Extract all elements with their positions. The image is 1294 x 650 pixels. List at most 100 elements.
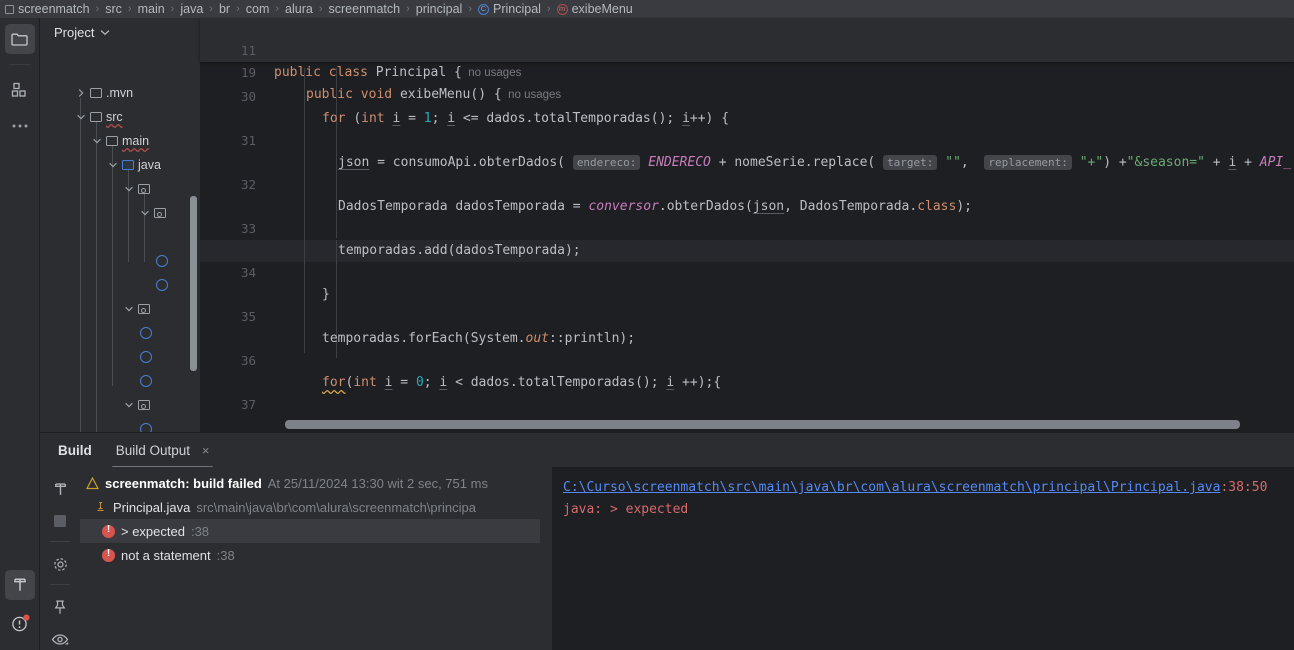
console-file-link[interactable]: C:\Curso\screenmatch\src\main\java\br\co… (563, 480, 1220, 495)
chevron-right-icon[interactable] (76, 88, 86, 98)
activity-rail (0, 18, 40, 650)
sticky-lines: 11 public class Principal { no usages 19… (200, 18, 1294, 102)
rail-divider (8, 64, 31, 65)
sidebar-item-structure[interactable] (5, 75, 35, 105)
rail-bottom-group (0, 564, 40, 650)
editor-hscrollbar-thumb[interactable] (285, 420, 1240, 429)
console-line-position: :38:50 (1220, 480, 1268, 495)
breadcrumb-separator: › (209, 3, 213, 15)
code-line[interactable]: 32 DadosTemporada dadosTemporada = conve… (200, 152, 1294, 214)
stop-icon (54, 515, 66, 527)
sidebar-item-project[interactable] (4, 24, 35, 54)
tree-node-package[interactable] (124, 396, 150, 414)
breadcrumb-item-main[interactable]: main (137, 2, 166, 16)
project-header[interactable]: Project (40, 18, 200, 46)
problems-icon (11, 614, 29, 631)
breadcrumb-item-com[interactable]: com (245, 2, 271, 16)
breadcrumb-item-class-principal[interactable]: C Principal (477, 2, 542, 16)
breadcrumb-label: Principal (492, 2, 541, 16)
hide-button[interactable] (47, 627, 73, 650)
module-icon (5, 4, 14, 14)
tree-guide (96, 122, 97, 450)
line-code: public class Principal { no usages (274, 65, 522, 80)
stop-button[interactable] (47, 509, 73, 533)
build-console[interactable]: C:\Curso\screenmatch\src\main\java\br\co… (553, 467, 1294, 650)
breadcrumb-item-src[interactable]: src (104, 2, 123, 16)
line-number: 34 (240, 265, 256, 280)
console-error-text: java: > expected (563, 502, 689, 517)
tree-node-class[interactable] (156, 252, 168, 270)
breadcrumb-item-screenmatch-pkg[interactable]: screenmatch (328, 2, 402, 16)
sidebar-item-build[interactable] (5, 570, 35, 600)
chevron-down-icon[interactable] (140, 208, 150, 218)
sidebar-item-problems[interactable] (5, 608, 35, 638)
breadcrumb-item-java[interactable]: java (179, 2, 204, 16)
sticky-line-class[interactable]: 11 public class Principal { no usages (200, 18, 1294, 80)
build-file-row[interactable]: Principal.java src\main\java\br\com\alur… (80, 495, 513, 519)
rail-divider (50, 541, 70, 542)
tree-node-java[interactable]: java (108, 156, 161, 174)
eye-hide-icon (51, 633, 69, 645)
breadcrumb-item-screenmatch[interactable]: screenmatch (4, 2, 91, 16)
breadcrumb-item-br[interactable]: br (218, 2, 231, 16)
tree-node-main[interactable]: main (92, 132, 149, 150)
breadcrumb-item-method-exibemenu[interactable]: m exibeMenu (556, 2, 634, 16)
code-line[interactable]: 33 temporadas.add(dadosTemporada); (200, 196, 1294, 258)
chevron-down-icon[interactable] (124, 184, 134, 194)
chevron-down-icon[interactable] (124, 400, 134, 410)
tree-node-class[interactable] (140, 372, 152, 390)
chevron-down-icon[interactable] (124, 304, 134, 314)
sticky-line-method[interactable]: 19 public void exibeMenu() { no usages (200, 40, 1294, 102)
code-line[interactable]: 31 json = consumoApi.obterDados( enderec… (200, 108, 1294, 170)
project-scrollbar[interactable] (190, 196, 197, 371)
build-status-text: screenmatch: build failed (105, 475, 262, 491)
build-error-row[interactable]: not a statement :38 (80, 543, 513, 567)
build-hammer-button[interactable] (47, 477, 73, 501)
line-number: 35 (240, 309, 256, 324)
tree-guide (80, 98, 81, 450)
error-icon (102, 548, 115, 562)
pin-button[interactable] (47, 595, 73, 619)
code-line[interactable]: 36 for(int i = 0; i < dados.totalTempora… (200, 328, 1294, 390)
build-tab-strip: Build Build Output × (40, 433, 1294, 468)
editor-hscrollbar-track[interactable] (200, 416, 1294, 432)
breadcrumb-item-principal[interactable]: principal (415, 2, 464, 16)
tab-build-output[interactable]: Build Output × (106, 437, 220, 468)
tab-label: Build Output (115, 442, 191, 458)
code-line[interactable]: 35 temporadas.forEach(System.out::printl… (200, 284, 1294, 346)
tree-node-package[interactable] (124, 300, 150, 318)
tree-node-package[interactable] (124, 180, 150, 198)
chevron-down-icon[interactable] (76, 112, 86, 122)
build-results-tree[interactable]: screenmatch: build failed At 25/11/2024 … (80, 467, 540, 650)
breadcrumb-label: alura (285, 2, 313, 16)
chevron-down-icon[interactable] (92, 136, 102, 146)
package-icon (138, 184, 150, 194)
close-icon[interactable]: × (202, 443, 210, 458)
tree-guide (112, 146, 113, 386)
tree-node-package[interactable] (140, 204, 166, 222)
tree-node-mvn[interactable]: .mvn (76, 84, 133, 102)
build-timestamp: At 25/11/2024 13:30 wit 2 sec, 751 ms (267, 475, 488, 491)
breadcrumb-label: exibeMenu (571, 2, 633, 16)
build-error-line: :38 (216, 547, 235, 563)
code-editor[interactable]: 30 for (int i = 1; i <= dados.totalTempo… (200, 18, 1294, 432)
code-line[interactable]: 37 List<br.com.alura.screenmatch.model.D… (200, 372, 1294, 412)
console-link-line[interactable]: C:\Curso\screenmatch\src\main\java\br\co… (563, 477, 1294, 499)
chevron-down-icon[interactable] (108, 160, 118, 170)
build-error-message: not a statement (121, 547, 211, 563)
breadcrumb: screenmatch › src › main › java › br › c… (0, 0, 1294, 18)
tree-node-src[interactable]: src (76, 108, 123, 126)
line-number: 19 (240, 65, 256, 80)
breadcrumb-label: screenmatch (328, 2, 401, 16)
build-error-row[interactable]: > expected :38 (80, 519, 540, 543)
chevron-down-icon[interactable] (100, 29, 110, 36)
breadcrumb-label: screenmatch (18, 2, 90, 16)
code-line[interactable]: 34 } (200, 240, 1294, 302)
settings-button[interactable] (47, 552, 73, 576)
sidebar-item-more[interactable] (5, 111, 35, 141)
build-summary-row[interactable]: screenmatch: build failed At 25/11/2024 … (80, 471, 513, 495)
tree-node-class[interactable] (140, 348, 152, 366)
breadcrumb-item-alura[interactable]: alura (284, 2, 314, 16)
tree-node-class[interactable] (156, 276, 168, 294)
tree-node-class[interactable] (140, 324, 152, 342)
